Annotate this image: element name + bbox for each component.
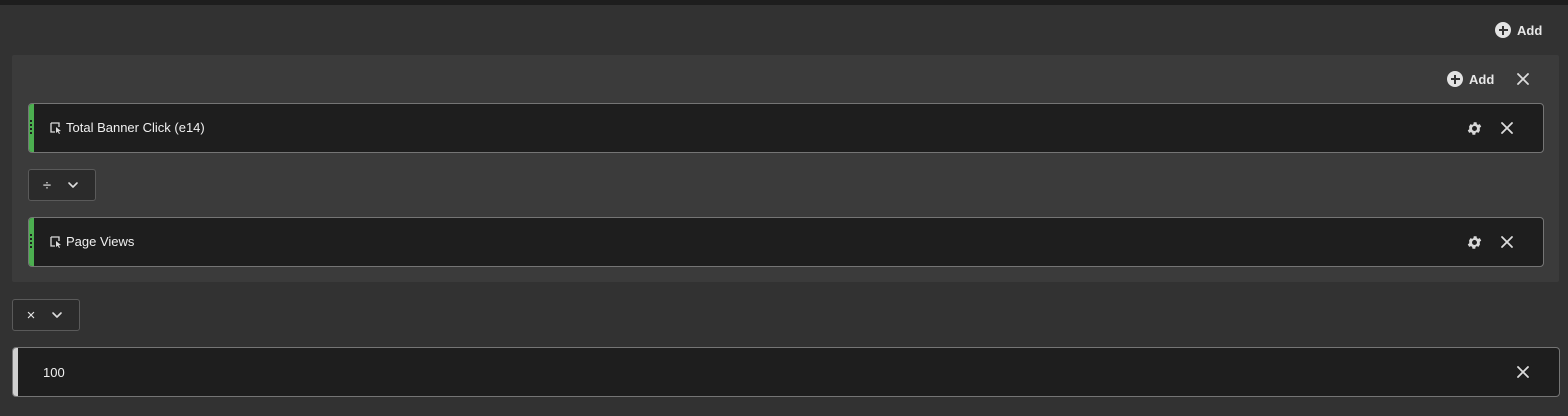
close-icon[interactable] <box>1500 235 1514 249</box>
add-plus-icon <box>1495 22 1511 38</box>
constant-value[interactable]: 100 <box>43 365 65 380</box>
grip-dots-icon <box>30 120 33 134</box>
constant-row[interactable]: 100 <box>12 347 1560 397</box>
metric-label: Page Views <box>66 234 135 249</box>
close-icon[interactable] <box>1500 121 1514 135</box>
container-add-label: Add <box>1469 71 1495 87</box>
gear-icon[interactable] <box>1466 234 1483 251</box>
add-button[interactable]: Add <box>1495 22 1542 38</box>
add-label: Add <box>1517 22 1543 38</box>
operator-symbol: × <box>26 306 36 324</box>
top-border <box>0 0 1568 5</box>
chevron-down-icon <box>52 312 62 318</box>
container-close-icon[interactable] <box>1516 72 1530 86</box>
operator-select[interactable]: ÷ <box>28 169 96 201</box>
drag-handle[interactable] <box>13 348 18 396</box>
metric-icon <box>50 122 61 134</box>
operator-symbol: ÷ <box>42 176 52 194</box>
chevron-down-icon <box>68 182 78 188</box>
metric-icon <box>50 236 61 248</box>
container-add-button[interactable]: Add <box>1447 71 1494 87</box>
grip-dots-icon <box>30 234 33 248</box>
close-icon[interactable] <box>1516 365 1530 379</box>
metric-row[interactable]: Total Banner Click (e14) <box>28 103 1544 153</box>
metric-container: Add Total Banner Click (e14) ÷ Page View… <box>12 55 1559 282</box>
metric-label: Total Banner Click (e14) <box>66 120 205 135</box>
gear-icon[interactable] <box>1466 120 1483 137</box>
outer-operator-select[interactable]: × <box>12 299 80 331</box>
metric-row[interactable]: Page Views <box>28 217 1544 267</box>
add-plus-icon <box>1447 71 1463 87</box>
